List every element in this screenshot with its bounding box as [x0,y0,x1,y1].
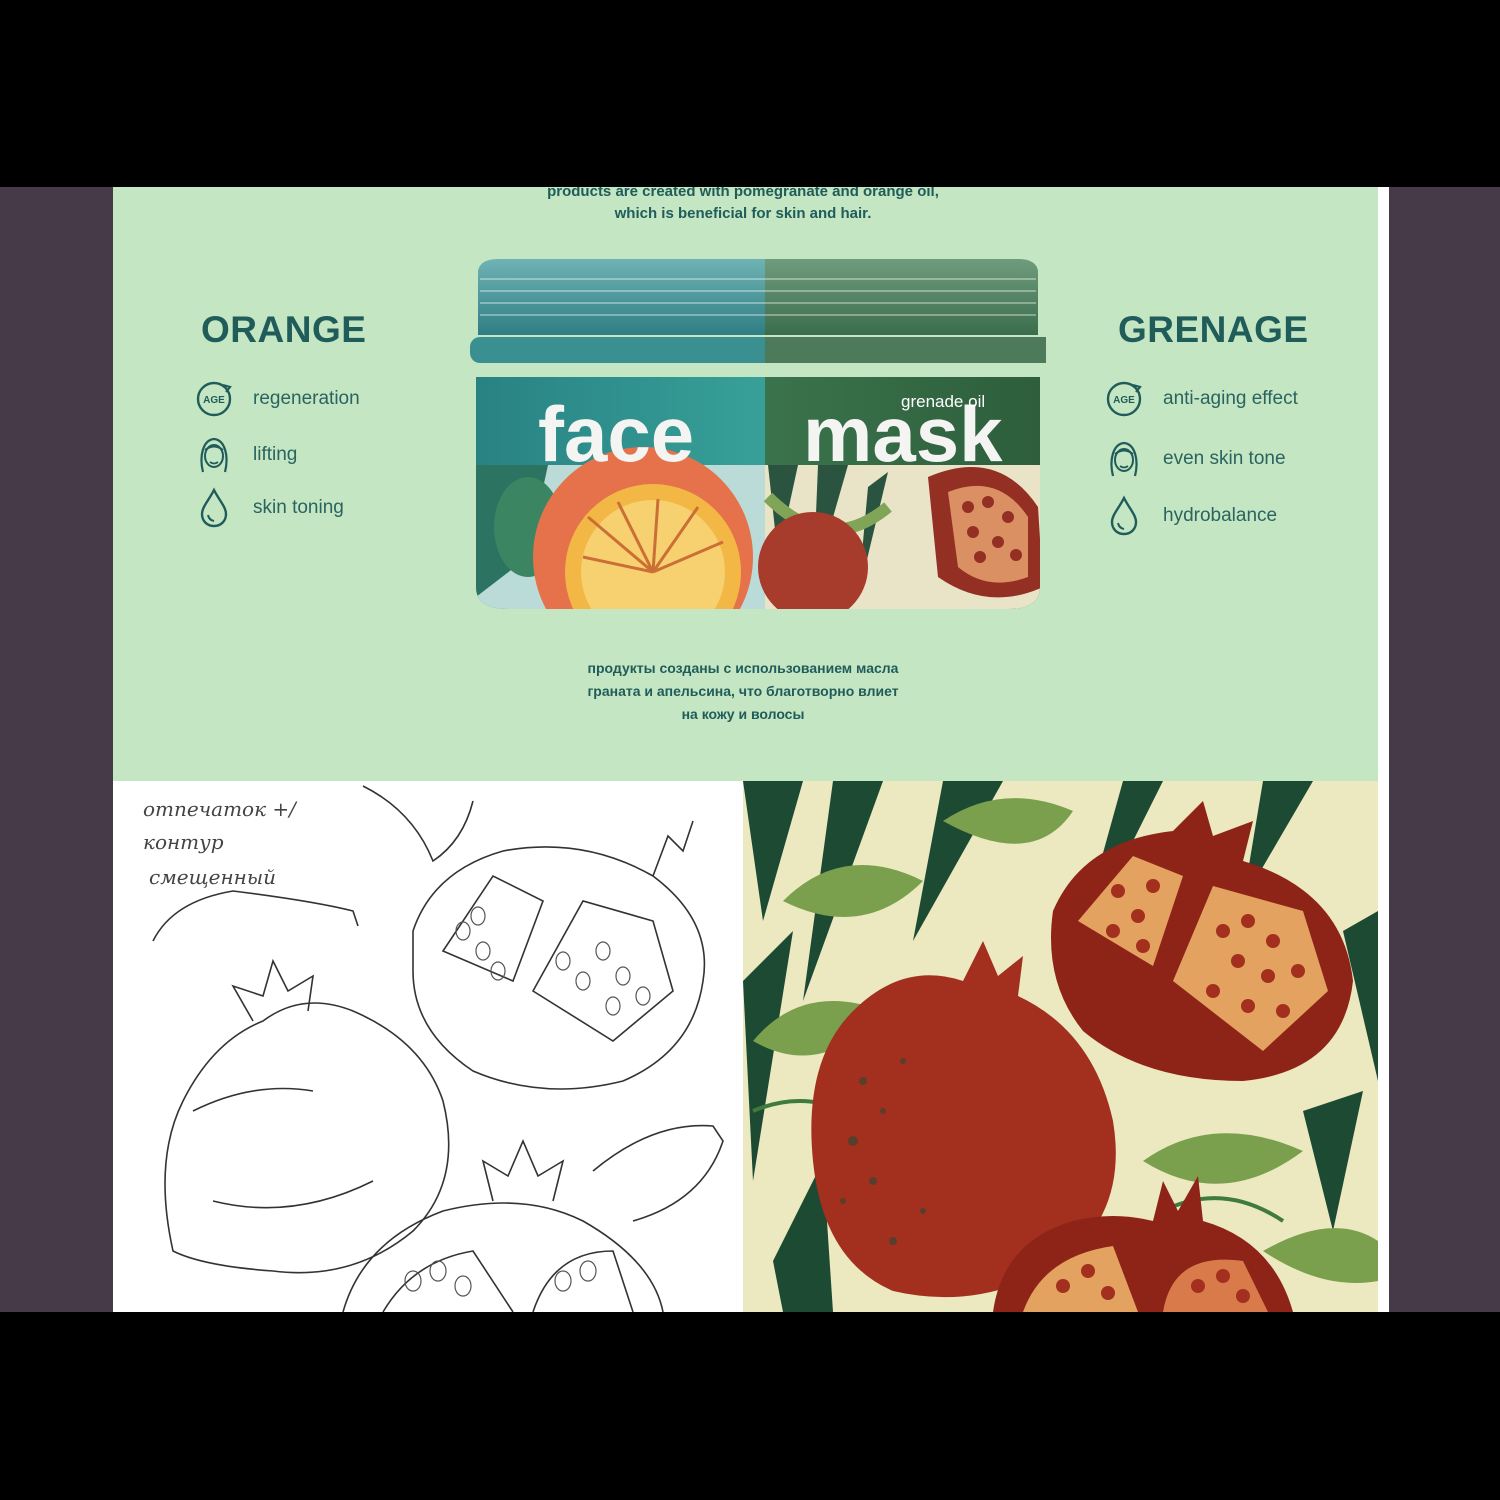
feature-label: even skin tone [1163,448,1286,469]
product-hero: products are created with pomegranate an… [113,187,1378,781]
age-icon: AGE [193,378,235,420]
feature-label: skin toning [253,497,344,518]
grenage-feature-hydrobalance: hydrobalance [1103,495,1277,537]
pomegranate-sketch: отпечаток +/ контур смещенный [113,781,743,1312]
grenage-title: GRENAGE [1118,309,1309,350]
intro-text-en: products are created with pomegranate an… [547,187,939,222]
drop-icon [193,487,235,529]
svg-text:AGE: AGE [203,395,225,406]
grenage-feature-even-tone: even skin tone [1103,438,1286,480]
presentation-board: products are created with pomegranate an… [113,187,1389,1312]
orange-feature-skin-toning: skin toning [193,487,344,529]
svg-text:face: face [538,390,694,478]
svg-text:отпечаток +/: отпечаток +/ [143,797,298,821]
svg-text:AGE: AGE [1113,395,1135,406]
face-icon [193,434,235,476]
grenage-feature-anti-aging: AGE anti-aging effect [1103,378,1298,420]
svg-text:grenade oil: grenade oil [901,392,985,411]
orange-feature-regeneration: AGE regeneration [193,378,360,420]
feature-label: hydrobalance [1163,505,1278,526]
feature-label: anti-aging effect [1163,388,1298,409]
orange-feature-lifting: lifting [193,434,297,476]
age-icon: AGE [1103,378,1145,420]
feature-label: lifting [253,444,298,465]
feature-label: regeneration [253,388,360,409]
face-mask-jar: face mask grenade oil [470,259,1046,609]
intro-text-ru: продукты созданы с использованием масла … [587,660,899,722]
svg-text:контур: контур [143,830,224,854]
face-icon [1103,438,1145,480]
pomegranate-illustration [743,781,1378,1312]
svg-text:смещенный: смещенный [149,865,276,889]
drop-icon [1103,495,1145,537]
orange-title: ORANGE [201,309,367,350]
